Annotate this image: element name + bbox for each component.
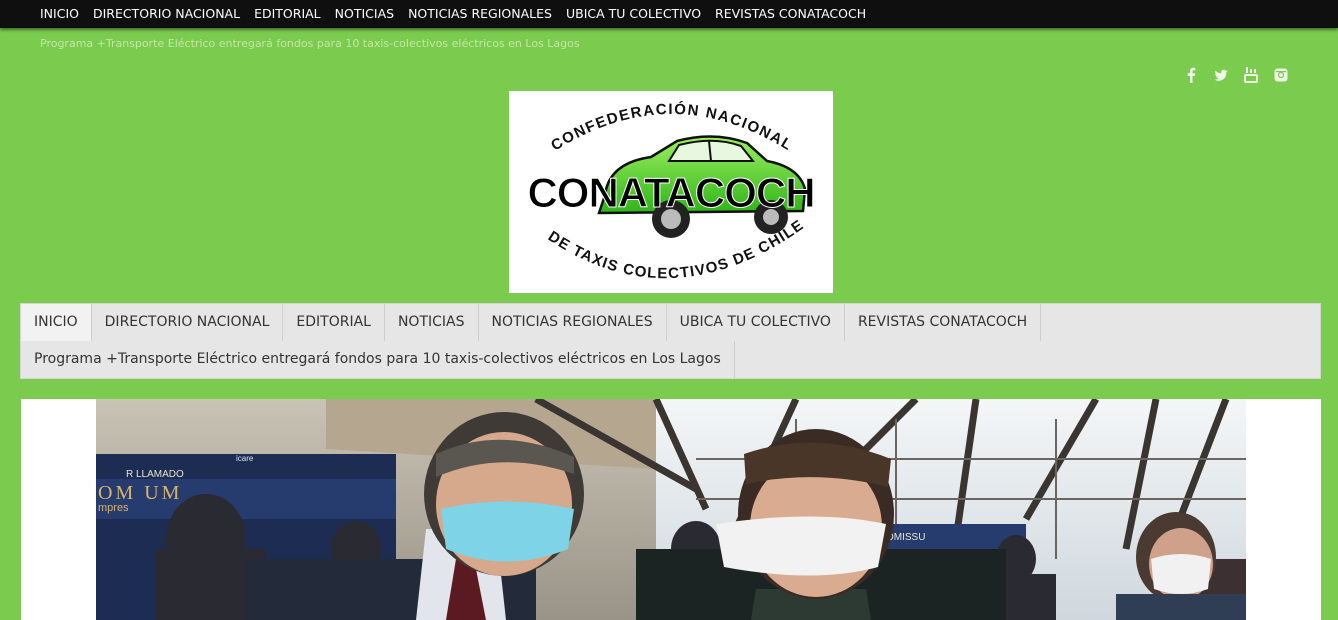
main-menu-directorio-nacional[interactable]: DIRECTORIO NACIONAL [91,304,284,341]
social-links [1183,66,1289,84]
facebook-icon[interactable] [1183,66,1199,84]
screen-text-right: OMISSU [886,532,925,543]
content-area: R LLAMADO icare OM UM mpres OMISSU [21,399,1321,620]
twitter-icon[interactable] [1213,66,1229,84]
top-menu-inicio[interactable]: INICIO [33,0,86,28]
main-navigation: INICIO DIRECTORIO NACIONAL EDITORIAL NOT… [20,303,1321,379]
banner-text-left: R LLAMADO [126,469,184,480]
top-menu-ubica-tu-colectivo[interactable]: UBICA TU COLECTIVO [559,0,708,28]
top-menu-revistas-conatacoch[interactable]: REVISTAS CONATACOCH [708,0,873,28]
main-menu: INICIO DIRECTORIO NACIONAL EDITORIAL NOT… [21,304,1320,378]
top-navigation-bar: INICIO DIRECTORIO NACIONAL EDITORIAL NOT… [0,0,1338,28]
site-logo[interactable]: CONFEDERACIÓN NACIONAL CONATACOCH DE TAX… [509,91,833,293]
banner-text-big: OM UM [98,482,182,504]
main-menu-inicio[interactable]: INICIO [21,304,92,341]
main-menu-noticias[interactable]: NOTICIAS [384,304,479,341]
main-menu-revistas-conatacoch[interactable]: REVISTAS CONATACOCH [844,304,1042,341]
top-menu: INICIO DIRECTORIO NACIONAL EDITORIAL NOT… [0,0,1338,28]
main-menu-article-link[interactable]: Programa +Transporte Eléctrico entregará… [21,341,735,378]
banner-text-small: mpres [98,502,129,514]
youtube-icon[interactable] [1243,66,1259,84]
top-menu-editorial[interactable]: EDITORIAL [247,0,328,28]
main-menu-editorial[interactable]: EDITORIAL [283,304,385,341]
instagram-icon[interactable] [1273,66,1289,84]
main-menu-noticias-regionales[interactable]: NOTICIAS REGIONALES [478,304,667,341]
banner-brand: icare [236,454,254,463]
top-menu-directorio-nacional[interactable]: DIRECTORIO NACIONAL [86,0,247,28]
logo-main-text: CONATACOCH [527,169,814,216]
top-menu-noticias-regionales[interactable]: NOTICIAS REGIONALES [401,0,559,28]
top-menu-article-link[interactable]: Programa +Transporte Eléctrico entregará… [40,37,580,50]
top-menu-noticias[interactable]: NOTICIAS [328,0,401,28]
main-menu-ubica-tu-colectivo[interactable]: UBICA TU COLECTIVO [666,304,845,341]
featured-photo[interactable]: R LLAMADO icare OM UM mpres OMISSU [96,399,1246,620]
